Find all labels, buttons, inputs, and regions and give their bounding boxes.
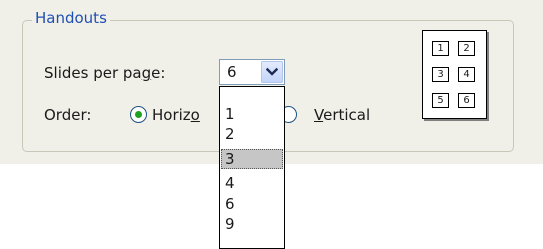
dropdown-option[interactable]: 4 (221, 173, 283, 193)
preview-cell: 2 (458, 41, 475, 56)
preview-cell: 3 (432, 67, 449, 82)
order-label: Order: (44, 106, 92, 124)
order-horizontal-radio[interactable] (130, 106, 147, 123)
dropdown-option-highlighted[interactable]: 3 (221, 149, 283, 169)
slides-per-page-label: Slides per page: (44, 64, 166, 82)
dropdown-option[interactable]: 2 (221, 124, 283, 144)
slides-per-page-value: 6 (227, 63, 237, 81)
preview-cell: 5 (432, 93, 449, 108)
slides-per-page-dropdown-list: 1 2 3 4 6 9 (219, 86, 285, 249)
combo-dropdown-button[interactable] (261, 61, 283, 83)
handout-layout-preview: 1 2 3 4 5 6 (422, 30, 487, 119)
order-vertical-label[interactable]: Vertical (314, 106, 370, 124)
groupbox-title: Handouts (32, 9, 110, 27)
slides-per-page-combobox[interactable]: 6 (219, 59, 285, 85)
preview-cell: 4 (458, 67, 475, 82)
chevron-down-icon (266, 67, 278, 76)
dropdown-option[interactable]: 1 (221, 104, 283, 124)
dropdown-option[interactable]: 6 (221, 194, 283, 214)
preview-cell: 6 (458, 93, 475, 108)
order-horizontal-label[interactable]: Horizo (152, 106, 200, 124)
dropdown-option[interactable]: 9 (221, 214, 283, 234)
preview-cell: 1 (432, 41, 449, 56)
